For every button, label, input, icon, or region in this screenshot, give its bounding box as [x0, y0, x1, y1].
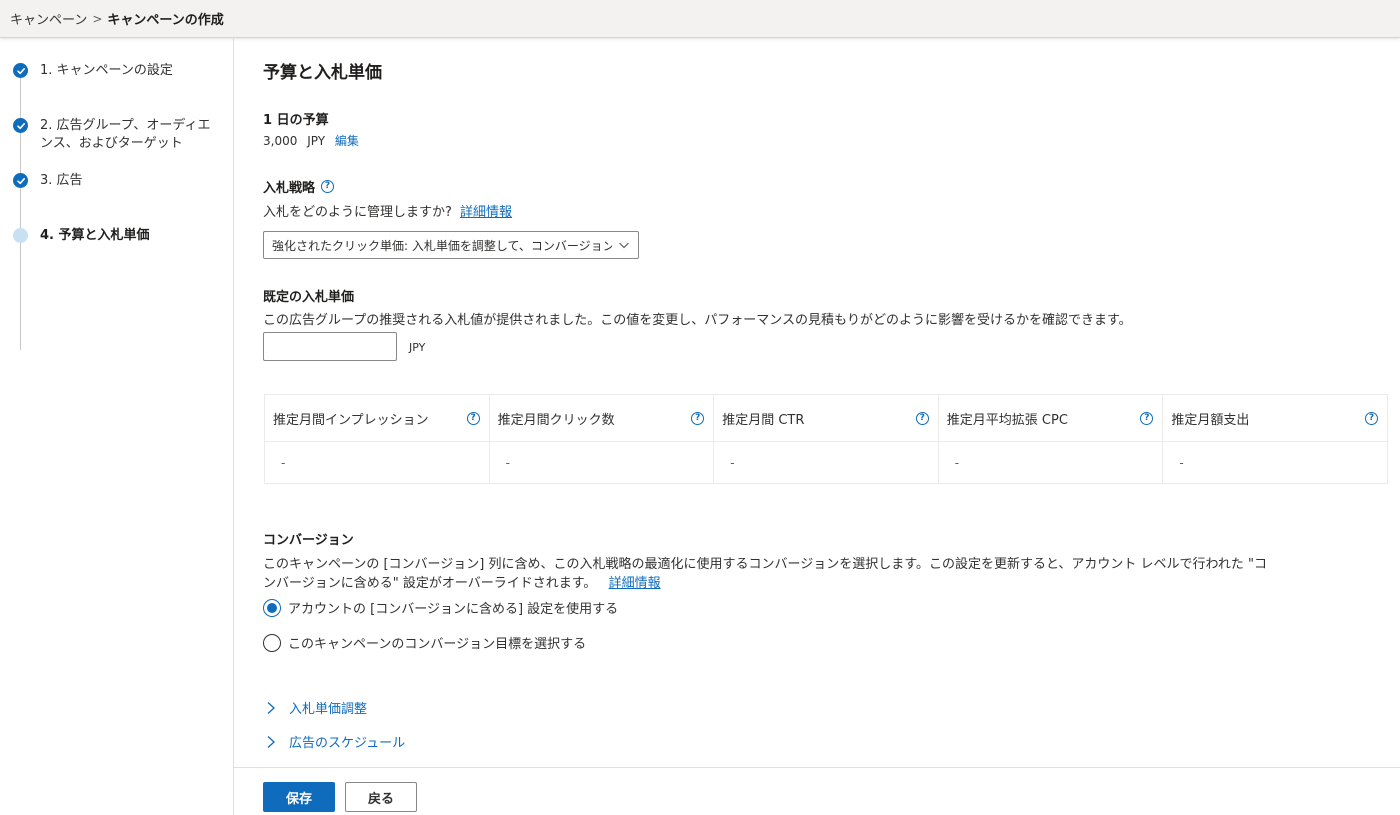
- metric-header: 推定月間 CTR ?: [714, 395, 938, 442]
- help-icon[interactable]: ?: [691, 411, 705, 425]
- breadcrumb-campaigns-link[interactable]: キャンペーン: [10, 9, 87, 28]
- conversions-description-line2-row: ンバージョンに含める" 設定がオーバーライドされます。 詳細情報: [263, 572, 661, 591]
- help-icon[interactable]: ?: [1140, 411, 1154, 425]
- radio-label: アカウントの [コンバージョンに含める] 設定を使用する: [288, 602, 619, 617]
- conversions-learn-more-link[interactable]: 詳細情報: [609, 576, 661, 591]
- metric-column: 推定月間クリック数 ? -: [489, 395, 715, 483]
- check-icon: [13, 118, 28, 133]
- bid-strategy-label: 入札戦略: [263, 181, 316, 196]
- metric-header: 推定月間クリック数 ?: [489, 395, 714, 442]
- metric-value: -: [1179, 455, 1184, 470]
- radio-button-checked[interactable]: [263, 598, 281, 617]
- bid-strategy-heading: 入札戦略 ?: [263, 177, 335, 196]
- help-icon[interactable]: ?: [466, 411, 480, 425]
- conversions-description-line2: ンバージョンに含める" 設定がオーバーライドされます。: [263, 576, 597, 591]
- step-label: 3. 広告: [40, 173, 83, 188]
- radio-use-account-setting[interactable]: アカウントの [コンバージョンに含める] 設定を使用する: [263, 598, 618, 617]
- step-sidebar: 1. キャンペーンの設定 2. 広告グループ、オーディエンス、およびターゲット …: [0, 39, 234, 815]
- step-label: 1. キャンペーンの設定: [40, 63, 173, 78]
- daily-budget-value: 3,000 JPY 編集: [263, 132, 359, 149]
- step-ad-groups[interactable]: 2. 広告グループ、オーディエンス、およびターゲット: [13, 117, 215, 153]
- daily-budget-label: 1 日の予算: [263, 113, 329, 128]
- budget-currency: JPY: [307, 134, 326, 148]
- expander-label: 広告のスケジュール: [289, 736, 406, 751]
- breadcrumb-separator: >: [92, 11, 103, 26]
- help-icon[interactable]: ?: [321, 180, 335, 193]
- expander-label: 入札単価調整: [289, 702, 368, 717]
- metric-header: 推定月平均拡張 CPC ?: [938, 395, 1163, 442]
- budget-amount: 3,000: [263, 134, 298, 148]
- radio-label: このキャンペーンのコンバージョン目標を選択する: [288, 637, 587, 652]
- main-content: 予算と入札単価 1 日の予算 3,000 JPY 編集 入札戦略 ? 入札をどの…: [234, 39, 1400, 767]
- metric-column: 推定月間インプレッション ? -: [265, 395, 490, 483]
- conversions-description-line1: このキャンペーンの [コンバージョン] 列に含め、この入札戦略の最適化に使用する…: [263, 557, 1268, 572]
- check-icon: [13, 63, 28, 78]
- step-campaign-settings[interactable]: 1. キャンペーンの設定: [13, 62, 215, 80]
- page-title: 予算と入札単価: [263, 63, 382, 83]
- chevron-down-icon: [619, 242, 629, 249]
- metric-value: -: [505, 455, 510, 470]
- help-icon[interactable]: ?: [1364, 411, 1378, 425]
- top-bar: キャンペーン > キャンペーンの作成: [0, 0, 1400, 38]
- bid-strategy-selected: 強化されたクリック単価: 入札単価を調整して、コンバージョン数を増...: [272, 238, 612, 253]
- step-budget-bids[interactable]: 4. 予算と入札単価: [13, 227, 215, 245]
- footer-bar: 保存 戻る: [234, 767, 1400, 815]
- metric-value: -: [954, 455, 960, 470]
- metric-header-label: 推定月間インプレッション: [273, 412, 429, 428]
- bid-strategy-description-row: 入札をどのように管理しますか? 詳細情報: [263, 201, 512, 220]
- bid-strategy-description: 入札をどのように管理しますか?: [263, 205, 452, 220]
- current-step-icon: [13, 228, 28, 243]
- help-icon[interactable]: ?: [915, 411, 929, 425]
- expander-ad-schedule[interactable]: 広告のスケジュール: [265, 732, 405, 751]
- metric-header-label: 推定月額支出: [1171, 412, 1250, 428]
- estimates-table: 推定月間インプレッション ? - 推定月間クリック数 ? - 推定月間 CTR …: [264, 394, 1388, 484]
- metric-value: -: [730, 455, 735, 470]
- metric-column: 推定月平均拡張 CPC ? -: [938, 395, 1164, 483]
- default-bid-label: 既定の入札単価: [263, 290, 355, 305]
- back-button[interactable]: 戻る: [345, 782, 417, 812]
- bid-strategy-learn-more-link[interactable]: 詳細情報: [460, 205, 512, 220]
- default-bid-unit: JPY: [409, 341, 426, 354]
- default-bid-input[interactable]: [263, 332, 397, 361]
- radio-select-campaign-goals[interactable]: このキャンペーンのコンバージョン目標を選択する: [263, 633, 586, 652]
- bid-strategy-dropdown[interactable]: 強化されたクリック単価: 入札単価を調整して、コンバージョン数を増...: [263, 231, 639, 259]
- expander-bid-adjustments[interactable]: 入札単価調整: [265, 698, 367, 717]
- metric-header-label: 推定月平均拡張 CPC: [946, 412, 1068, 428]
- edit-budget-link[interactable]: 編集: [335, 134, 359, 148]
- metric-header: 推定月額支出 ?: [1163, 395, 1387, 442]
- metric-column: 推定月間 CTR ? -: [714, 395, 939, 483]
- chevron-right-icon: [267, 701, 275, 714]
- metric-column: 推定月額支出 ? -: [1163, 395, 1387, 483]
- step-ads[interactable]: 3. 広告: [13, 172, 215, 190]
- step-label: 2. 広告グループ、オーディエンス、およびターゲット: [40, 118, 211, 151]
- metric-header-label: 推定月間クリック数: [497, 412, 615, 428]
- step-label: 4. 予算と入札単価: [40, 228, 150, 243]
- conversions-title: コンバージョン: [263, 533, 354, 548]
- metric-value: -: [281, 455, 286, 470]
- default-bid-description: この広告グループの推奨される入札値が提供されました。この値を変更し、パフォーマン…: [263, 313, 1132, 328]
- check-icon: [13, 173, 28, 188]
- breadcrumb-current: キャンペーンの作成: [107, 13, 224, 28]
- metric-header: 推定月間インプレッション ?: [265, 395, 489, 442]
- metric-header-label: 推定月間 CTR: [722, 412, 805, 428]
- save-button[interactable]: 保存: [263, 782, 335, 812]
- chevron-right-icon: [267, 735, 275, 748]
- radio-button[interactable]: [263, 633, 281, 652]
